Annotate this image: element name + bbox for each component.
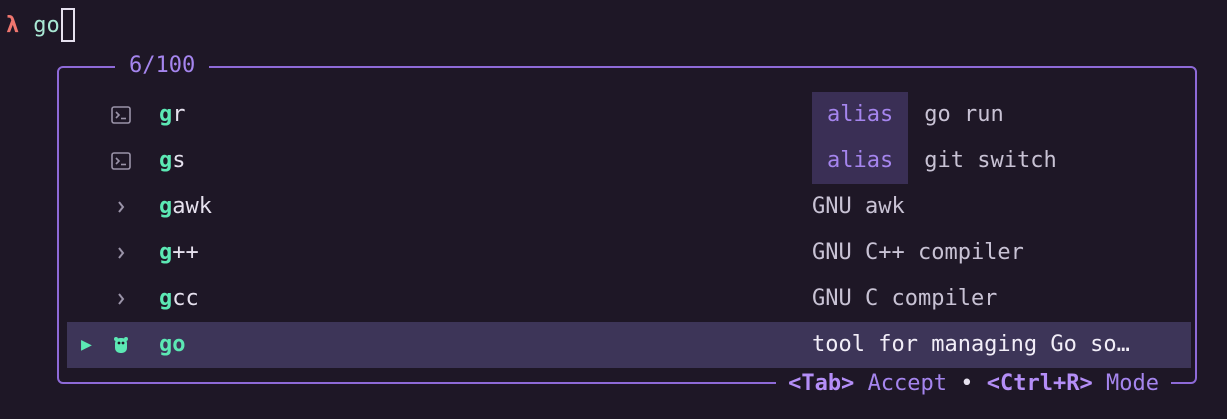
completion-item-go[interactable]: ▶ go tool for managing Go so… [67, 322, 1191, 368]
completion-name-rest: s [172, 148, 186, 173]
hint-separator: • [960, 371, 974, 396]
completion-description: tool for managing Go so… [812, 332, 1130, 357]
completion-name: g++ [159, 230, 199, 276]
match-count: 6/100 [115, 51, 210, 81]
completion-description: GNU awk [812, 194, 905, 219]
terminal-icon [111, 151, 131, 171]
completion-item-gpp[interactable]: g++ GNU C++ compiler [67, 230, 1191, 276]
match-highlight: g [159, 286, 173, 311]
completion-name: gcc [159, 276, 199, 322]
match-highlight: g [159, 240, 173, 265]
chevron-right-icon [111, 197, 131, 217]
prompt-symbol: λ [6, 12, 20, 38]
match-highlight: g [159, 102, 173, 127]
completion-item-gcc[interactable]: gcc GNU C compiler [67, 276, 1191, 322]
completion-name-rest: r [172, 102, 186, 127]
completion-description: alias go run [812, 92, 1004, 138]
completion-name: gawk [159, 184, 212, 230]
command-prompt[interactable]: λ go [6, 7, 75, 43]
completion-item-gr[interactable]: gr alias go run [67, 92, 1191, 138]
mode-key[interactable]: <Ctrl+R> [987, 371, 1093, 396]
match-highlight: g [159, 194, 173, 219]
completion-name-rest: cc [172, 286, 199, 311]
mode-label: Mode [1106, 371, 1159, 396]
alias-badge: alias [812, 138, 909, 184]
completion-description: GNU C compiler [812, 286, 998, 311]
alias-command: git switch [924, 148, 1057, 173]
gopher-icon [111, 335, 131, 355]
terminal-icon [111, 105, 131, 125]
completion-item-gs[interactable]: gs alias git switch [67, 138, 1191, 184]
completion-list: gr alias go run gs alias git switch gawk G… [67, 92, 1191, 368]
completion-name-rest: awk [172, 194, 212, 219]
alias-badge: alias [812, 92, 909, 138]
completion-name: gs [159, 138, 186, 184]
accept-label: Accept [867, 371, 948, 396]
completion-panel: 6/100 gr alias go run gs alias git switch … [57, 51, 1197, 399]
completion-name: go [159, 322, 186, 368]
selection-pointer-icon: ▶ [81, 334, 92, 355]
match-highlight: go [159, 332, 186, 357]
chevron-right-icon [111, 243, 131, 263]
match-highlight: g [159, 148, 173, 173]
alias-command: go run [924, 102, 1004, 127]
completion-description: alias git switch [812, 138, 1057, 184]
completion-name: gr [159, 92, 186, 138]
prompt-input-text[interactable]: go [33, 13, 60, 38]
completion-description: GNU C++ compiler [812, 240, 1024, 265]
completion-name-rest: ++ [172, 240, 199, 265]
text-cursor [60, 8, 75, 42]
accept-key[interactable]: <Tab> [788, 371, 854, 396]
completion-item-gawk[interactable]: gawk GNU awk [67, 184, 1191, 230]
chevron-right-icon [111, 289, 131, 309]
key-hints: <Tab> Accept • <Ctrl+R> Mode [776, 369, 1171, 399]
